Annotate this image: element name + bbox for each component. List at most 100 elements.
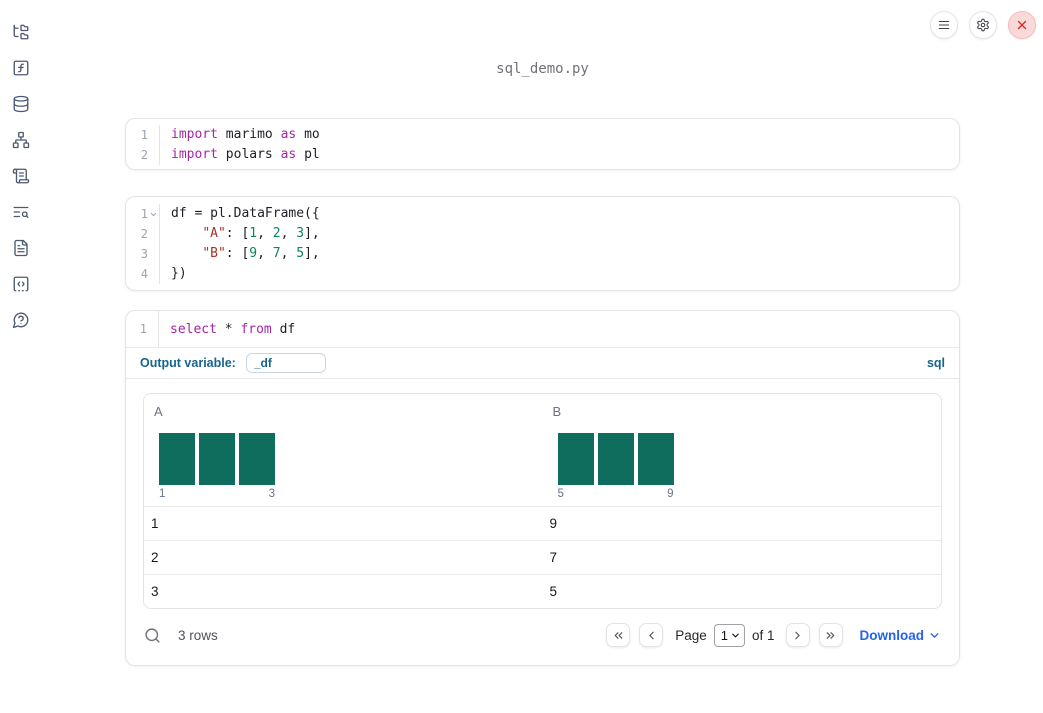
output-variable-input[interactable]	[245, 353, 326, 373]
language-badge: sql	[926, 356, 945, 370]
code-line: 3 "B": [9, 7, 5],	[126, 244, 959, 264]
database-icon	[12, 95, 30, 116]
histogram-bar	[199, 433, 235, 485]
code-text[interactable]: import polars as pl	[160, 145, 320, 165]
scroll-text-icon	[12, 167, 30, 188]
code-line: 1 import marimo as mo	[126, 125, 959, 145]
sql-code-line[interactable]: select * from df	[159, 311, 295, 347]
page-select[interactable]: 1	[713, 623, 745, 647]
text-search-icon	[12, 203, 30, 224]
line-number: 4	[140, 267, 148, 281]
line-number: 2	[140, 227, 148, 241]
line-number-gutter: 1	[126, 311, 159, 347]
code-square-icon	[12, 275, 30, 296]
axis-max-label: 9	[667, 488, 674, 500]
axis-min-label: 1	[159, 488, 166, 500]
menu-button[interactable]	[930, 11, 958, 39]
histogram	[557, 433, 674, 485]
line-number: 2	[140, 148, 148, 162]
line-number-gutter: 3	[126, 244, 160, 264]
dataframe-table: A13B59 192735	[143, 393, 942, 609]
table-cell: 2	[151, 550, 159, 565]
pagination: Page 1 of 1 Download	[606, 623, 941, 647]
code-line: 2 import polars as pl	[126, 145, 959, 165]
column-name: A	[154, 404, 163, 419]
table-footer: 3 rows Page 1 of 1 Download	[143, 609, 942, 661]
table-row: 27	[144, 540, 941, 574]
help-circle-icon	[12, 311, 30, 332]
code-cell-dataframe[interactable]: 1 df = pl.DataFrame({2 "A": [1, 2, 3], 3 "…	[125, 196, 960, 291]
column-header-A: A13	[144, 394, 543, 506]
code-text[interactable]: "B": [9, 7, 5],	[160, 244, 319, 264]
sidebar-item-snippets[interactable]	[12, 276, 30, 294]
line-number-gutter: 1	[126, 204, 160, 224]
line-number-gutter: 2	[126, 224, 160, 244]
fold-chevron-icon[interactable]	[148, 210, 159, 219]
histogram-bar	[239, 433, 275, 485]
prev-page-button[interactable]	[639, 623, 664, 647]
histogram-axis-labels: 13	[159, 488, 275, 500]
sql-cell: 1 select * from df Output variable: sql …	[125, 310, 960, 666]
table-row: 19	[144, 507, 941, 540]
sidebar-item-variables[interactable]	[12, 60, 30, 78]
last-page-button[interactable]	[818, 623, 843, 647]
folder-tree-icon	[12, 23, 30, 44]
page-total-label: of 1	[751, 627, 775, 643]
histogram-bar	[557, 433, 594, 485]
sidebar	[12, 24, 30, 330]
first-page-button[interactable]	[606, 623, 631, 647]
sidebar-item-logs[interactable]	[12, 204, 30, 222]
sidebar-item-documentation[interactable]	[12, 239, 30, 260]
histogram-bar	[159, 433, 195, 485]
notebook-filename: sql_demo.py	[496, 61, 589, 77]
sidebar-item-datasources[interactable]	[12, 95, 30, 116]
table-cell: 9	[549, 516, 558, 531]
axis-max-label: 3	[268, 488, 275, 500]
sidebar-item-dependencies[interactable]	[12, 131, 30, 152]
gear-icon	[976, 18, 990, 32]
code-line: 4})	[126, 264, 959, 284]
histogram-axis-labels: 59	[558, 488, 674, 500]
topbar-actions	[930, 11, 1036, 39]
next-page-button[interactable]	[785, 623, 810, 647]
shutdown-button[interactable]	[1008, 11, 1036, 39]
line-number-gutter: 1	[126, 125, 160, 145]
code-text[interactable]: "A": [1, 2, 3],	[160, 224, 319, 244]
sql-editor[interactable]: 1 select * from df	[126, 311, 959, 348]
column-header-B: B59	[543, 394, 942, 506]
sidebar-item-files[interactable]	[12, 24, 30, 42]
chevron-down-icon	[930, 632, 939, 638]
column-name: B	[552, 404, 562, 419]
sql-output-area: A13B59 192735 3 rows Page 1 of 1 Downloa…	[126, 379, 959, 665]
function-square-icon	[12, 59, 30, 80]
axis-min-label: 5	[557, 488, 564, 500]
footer-left: 3 rows	[144, 627, 218, 644]
table-header: A13B59	[144, 394, 941, 507]
line-number: 3	[140, 247, 148, 261]
chevron-down-icon	[732, 633, 739, 637]
settings-button[interactable]	[969, 11, 997, 39]
table-cell: 3	[151, 584, 159, 599]
table-cell: 5	[549, 584, 558, 599]
network-icon	[12, 131, 30, 152]
code-cell-imports[interactable]: 1 import marimo as mo 2 import polars as pl	[125, 118, 960, 170]
code-text[interactable]: import marimo as mo	[160, 125, 320, 145]
download-button[interactable]: Download	[860, 628, 942, 643]
table-body: 1927 3 5	[144, 507, 941, 608]
sidebar-item-help[interactable]	[12, 312, 30, 330]
search-icon[interactable]	[144, 627, 161, 644]
code-text[interactable]: })	[160, 264, 187, 284]
code-line: 1 df = pl.DataFrame({	[126, 204, 959, 224]
line-number: 1	[140, 207, 148, 221]
line-number-gutter: 4	[126, 264, 160, 284]
page-select-value: 1	[720, 627, 728, 643]
close-icon	[1015, 18, 1029, 32]
marimo-app: sql_demo.py 1 import marimo as mo 2 import …	[0, 0, 1043, 713]
code-text[interactable]: df = pl.DataFrame({	[160, 204, 320, 224]
code-line: 2 "A": [1, 2, 3],	[126, 224, 959, 244]
output-variable-label: Output variable:	[140, 356, 236, 370]
page-label: Page	[675, 627, 707, 643]
histogram-bar	[637, 433, 674, 485]
sidebar-item-outline[interactable]	[12, 168, 30, 186]
file-text-icon	[12, 239, 30, 260]
